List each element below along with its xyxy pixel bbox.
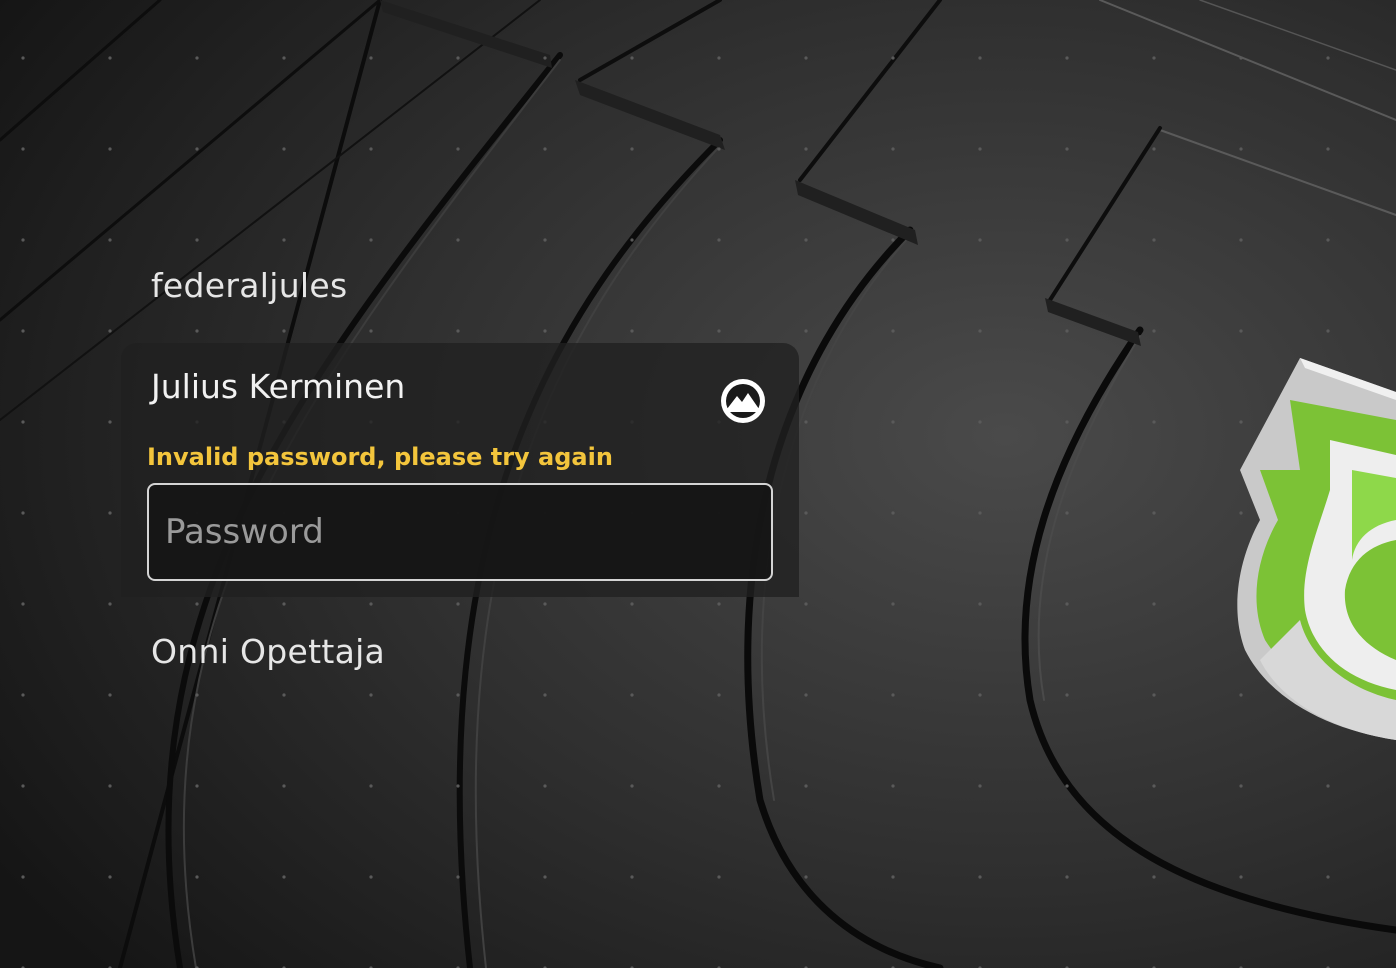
login-card: Julius Kerminen Invalid password, please… (121, 343, 799, 597)
user-item-onni-opettaja[interactable]: Onni Opettaja (151, 632, 385, 671)
password-input[interactable] (147, 483, 773, 581)
error-message: Invalid password, please try again (147, 443, 613, 471)
session-mountain-icon[interactable] (718, 376, 768, 426)
selected-user-name: Julius Kerminen (151, 367, 406, 406)
user-item-federaljules[interactable]: federaljules (151, 266, 347, 305)
